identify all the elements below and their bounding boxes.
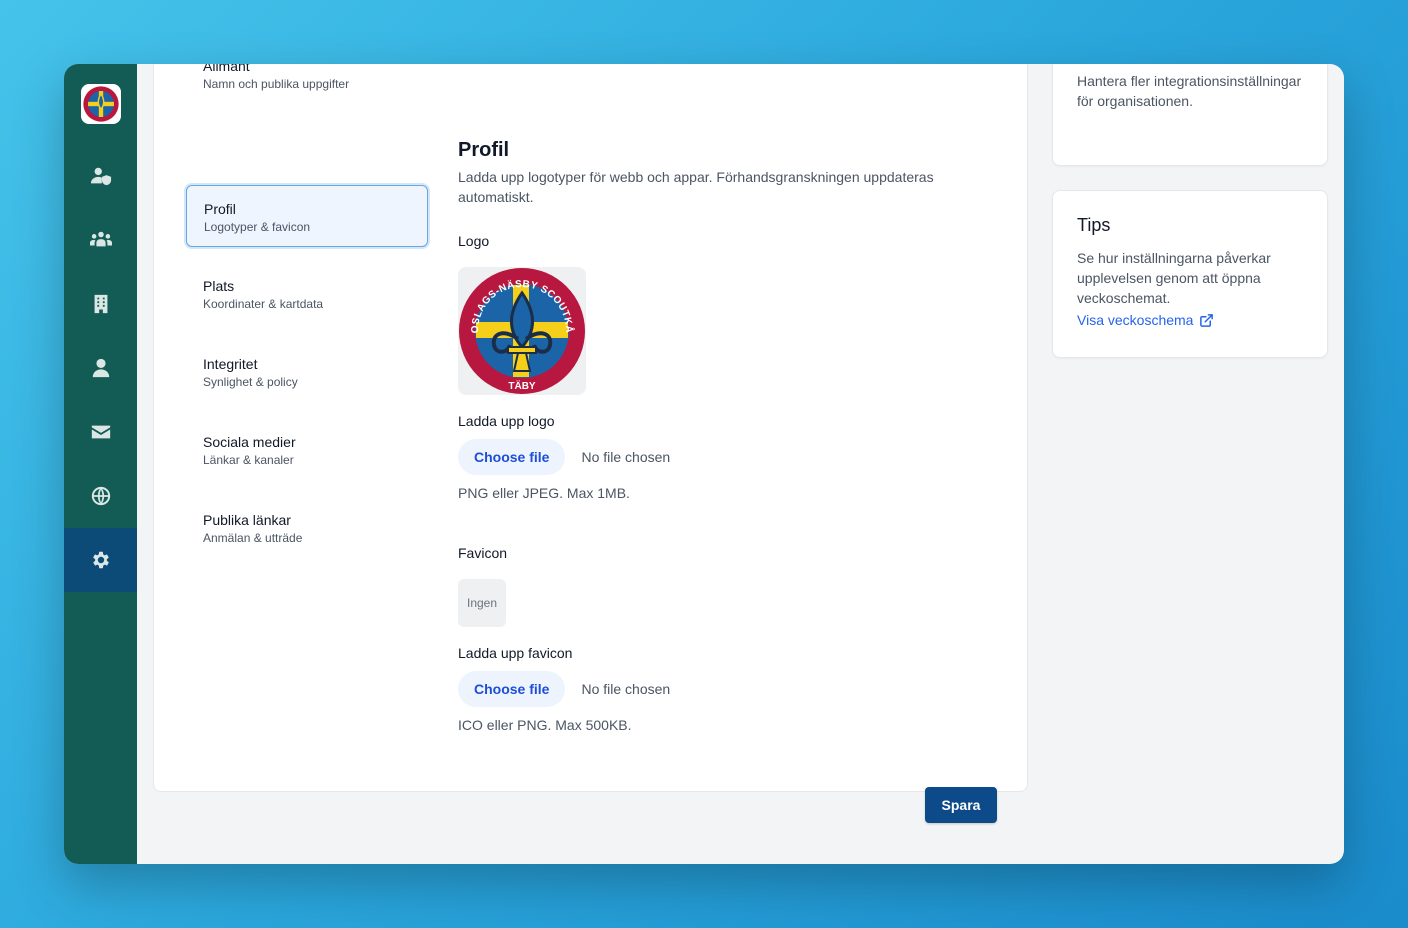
app-window: Allmänt Namn och publika uppgifter Profi…	[64, 64, 1344, 864]
logo-label: Logo	[458, 233, 490, 249]
choose-logo-button[interactable]: Choose file	[458, 439, 566, 475]
nav-item-publika-lankar[interactable]: Publika länkar Anmälan & utträde	[186, 497, 428, 559]
logo-hint: PNG eller JPEG. Max 1MB.	[458, 485, 630, 501]
save-button[interactable]: Spara	[925, 787, 997, 823]
favicon-placeholder: Ingen	[466, 596, 498, 610]
user-shield-icon	[90, 167, 111, 186]
nav-item-profil[interactable]: Profil Logotyper & favicon	[186, 185, 428, 247]
gear-icon	[92, 551, 109, 569]
globe-icon	[91, 486, 110, 506]
nav-item-subtitle: Länkar & kanaler	[203, 453, 294, 467]
upload-logo-label: Ladda upp logo	[458, 413, 555, 429]
scout-logo-image: ROSLAGS-NÄSBY SCOUTKÅR TÄBY	[458, 267, 585, 394]
nav-item-sociala-medier[interactable]: Sociala medier Länkar & kanaler	[186, 419, 428, 481]
org-logo[interactable]	[81, 84, 121, 124]
icon-rail	[64, 64, 137, 864]
integration-text: Hantera fler integrationsinställningar f…	[1077, 73, 1302, 109]
nav-item-title: Profil	[204, 201, 236, 217]
nav-item-plats[interactable]: Plats Koordinater & kartdata	[186, 263, 428, 325]
nav-item-subtitle: Koordinater & kartdata	[203, 297, 324, 311]
nav-item-title: Integritet	[203, 356, 258, 372]
rail-item-members[interactable]	[64, 144, 137, 208]
nav-item-allmant[interactable]: Allmänt Namn och publika uppgifter	[186, 64, 428, 105]
rail-item-groups[interactable]	[64, 208, 137, 272]
logo-file-status: No file chosen	[581, 449, 671, 465]
logo-text-bottom: TÄBY	[508, 379, 536, 392]
nav-item-title: Publika länkar	[203, 512, 291, 528]
favicon-preview: Ingen	[458, 579, 506, 627]
logo-file-input: Choose file No file chosen	[458, 439, 670, 475]
tips-title: Tips	[1077, 215, 1111, 235]
rail-item-web[interactable]	[64, 464, 137, 528]
rail-item-organization[interactable]	[64, 272, 137, 336]
nav-item-subtitle: Logotyper & favicon	[204, 220, 311, 234]
section-title: Profil	[458, 139, 510, 161]
nav-item-integritet[interactable]: Integritet Synlighet & policy	[186, 341, 428, 403]
user-icon	[92, 358, 109, 378]
nav-item-title: Plats	[203, 278, 235, 294]
tips-text: Se hur inställningarna påverkar upplevel…	[1077, 250, 1271, 306]
tips-link-label: Visa veckoschema	[1077, 312, 1194, 328]
tips-card: Tips Se hur inställningarna påverkar upp…	[1052, 190, 1328, 358]
users-icon	[89, 231, 112, 247]
nav-item-title: Sociala medier	[203, 434, 296, 450]
scout-emblem-icon	[83, 86, 119, 122]
favicon-label: Favicon	[458, 545, 508, 561]
nav-item-title: Allmänt	[203, 64, 250, 74]
rail-item-settings[interactable]	[64, 528, 137, 592]
external-link-icon	[1200, 313, 1214, 327]
nav-item-subtitle: Synlighet & policy	[203, 375, 298, 389]
upload-favicon-label: Ladda upp favicon	[458, 645, 573, 661]
building-icon	[94, 294, 107, 314]
choose-favicon-button[interactable]: Choose file	[458, 671, 566, 707]
rail-item-profile[interactable]	[64, 336, 137, 400]
logo-preview: ROSLAGS-NÄSBY SCOUTKÅR TÄBY	[458, 267, 586, 395]
rail-item-messages[interactable]	[64, 400, 137, 464]
settings-card: Allmänt Namn och publika uppgifter Profi…	[153, 64, 1028, 823]
nav-item-subtitle: Namn och publika uppgifter	[203, 77, 350, 91]
envelope-icon	[91, 425, 110, 439]
favicon-file-status: No file chosen	[581, 681, 671, 697]
favicon-file-input: Choose file No file chosen	[458, 671, 670, 707]
visa-veckoschema-link[interactable]: Visa veckoschema	[1077, 312, 1214, 328]
integration-card: Hantera fler integrationsinställningar f…	[1052, 64, 1328, 166]
nav-item-subtitle: Anmälan & utträde	[203, 531, 303, 545]
favicon-hint: ICO eller PNG. Max 500KB.	[458, 717, 632, 733]
section-description: Ladda upp logotyper för webb och appar. …	[458, 169, 934, 205]
